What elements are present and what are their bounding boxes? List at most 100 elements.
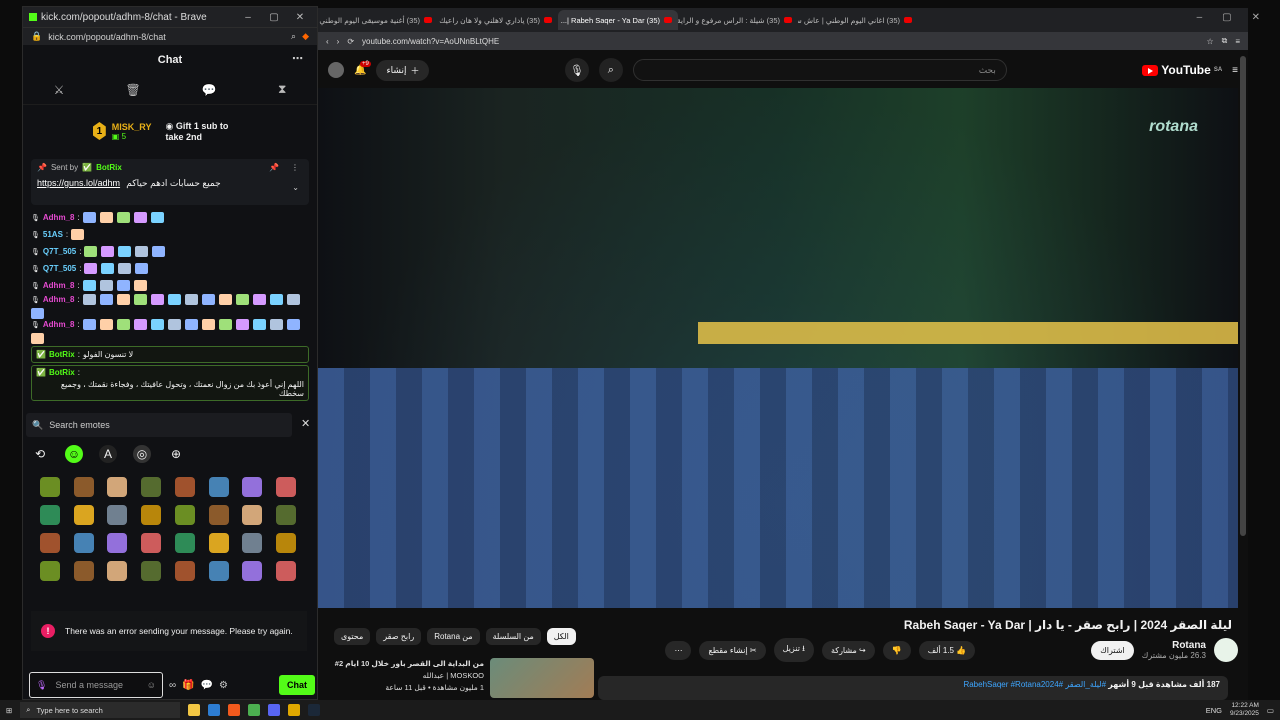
notifications-icon[interactable]: 🔔 9+ — [354, 60, 371, 76]
emote-icon[interactable] — [208, 533, 229, 553]
avatar[interactable] — [328, 62, 344, 78]
search-input[interactable]: بحث — [979, 65, 996, 76]
emote-icon[interactable] — [174, 505, 195, 525]
emote-icon[interactable] — [133, 212, 147, 223]
emote-icon[interactable] — [99, 319, 113, 330]
chat-icon[interactable]: 💬 — [201, 680, 213, 691]
emote-icon[interactable] — [242, 561, 263, 581]
browser-tab[interactable]: (35) اغاني اليوم الوطني | عاش سلمان... — [798, 10, 918, 30]
hamburger-icon[interactable]: ≡ — [1232, 65, 1238, 76]
channel-name[interactable]: Rotana — [1142, 640, 1206, 651]
file-explorer-icon[interactable] — [188, 704, 201, 716]
emote-icon[interactable] — [135, 263, 149, 274]
pinned-bot-name[interactable]: BotRix — [96, 163, 122, 172]
emote-icon[interactable] — [135, 246, 149, 257]
share-button[interactable]: ↪ مشاركة — [821, 640, 875, 660]
emote-icon[interactable] — [174, 533, 195, 553]
close-emotes-icon[interactable]: ✕ — [301, 417, 310, 430]
send-chat-button[interactable]: Chat — [279, 675, 315, 695]
filter-chip[interactable]: من Rotana — [427, 628, 480, 645]
emote-icon[interactable] — [39, 477, 60, 497]
rec-title[interactable]: من البداية الى القصر باور خلال 10 ايام 2… — [335, 658, 484, 670]
chat-username[interactable]: Adhm_8 — [43, 320, 75, 329]
download-button[interactable]: ⭳ تنزيل — [773, 638, 814, 662]
discord-icon[interactable] — [268, 704, 281, 716]
steam-icon[interactable] — [308, 704, 321, 716]
emote-icon[interactable] — [118, 246, 132, 257]
taskbar-search[interactable]: ⌕ Type here to search — [20, 702, 181, 718]
search-button-icon[interactable]: ⌕ — [598, 58, 623, 82]
emote-icon[interactable] — [116, 212, 130, 223]
emote-icon[interactable] — [101, 246, 115, 257]
chat-menu-icon[interactable]: ⋯ — [292, 52, 303, 65]
minimize-icon[interactable]: – — [237, 12, 259, 23]
emote-icon[interactable] — [235, 319, 249, 330]
recommended-thumbnail[interactable] — [490, 658, 594, 698]
emote-icon[interactable] — [201, 319, 215, 330]
emote-icon[interactable] — [286, 294, 300, 305]
emote-icon[interactable] — [141, 505, 162, 525]
channel-avatar[interactable] — [1214, 638, 1238, 662]
emote-icon[interactable] — [184, 294, 198, 305]
clock[interactable]: 12:22 AM 9/23/2025 — [1230, 702, 1259, 718]
language-indicator[interactable]: ENG — [1206, 706, 1222, 715]
url-field[interactable]: youtube.com/watch?v=AoUNnBLtQHE — [362, 37, 1198, 46]
emote-icon[interactable] — [71, 229, 85, 240]
emote-icon[interactable] — [252, 319, 266, 330]
browser-tab[interactable]: (35) شيلة : الراس مرفوع و الراية سعودية.… — [678, 10, 798, 30]
chrome-icon[interactable] — [248, 704, 261, 716]
description-box[interactable]: 187 ألف مشاهدة قبل 9 أشهر #ليلة_الصقر #R… — [598, 676, 1228, 700]
recommended-video[interactable]: من البداية الى القصر باور خلال 10 ايام 2… — [334, 658, 594, 698]
emote-icon[interactable] — [150, 319, 164, 330]
sword-icon[interactable]: ⚔ — [54, 83, 65, 97]
kick-emotes-icon[interactable]: ☺ — [65, 445, 83, 463]
emote-icon[interactable] — [84, 263, 98, 274]
brave-icon[interactable] — [228, 704, 241, 716]
emote-icon[interactable] — [150, 294, 164, 305]
create-button[interactable]: ＋ إنشاء — [376, 59, 430, 81]
emote-icon[interactable] — [208, 477, 229, 497]
chat-bubble-icon[interactable]: 💬 — [202, 83, 217, 97]
pinned-link[interactable]: https://guns.lol/adhm — [37, 178, 120, 188]
browser-tab[interactable]: (35) Rabeh Saqer - Ya Dar |... — [558, 10, 678, 30]
user-emotes-icon[interactable]: ◎ — [133, 445, 151, 463]
filter-chip[interactable]: رابح صقر — [376, 628, 422, 645]
channel-emotes-icon[interactable]: A — [99, 445, 117, 463]
clip-button[interactable]: ✂ إنشاء مقطع — [699, 640, 766, 660]
emote-search-input[interactable]: Search emotes — [49, 420, 110, 430]
emote-icon[interactable] — [82, 280, 96, 291]
emote-icon[interactable] — [276, 561, 297, 581]
chat-username[interactable]: 51AS — [43, 230, 63, 239]
emote-icon[interactable] — [141, 533, 162, 553]
browser-tab[interactable]: (35) ياداري لاهلني ولا هان راعيك رابح صق… — [438, 10, 558, 30]
emote-icon[interactable] — [39, 561, 60, 581]
hashtags[interactable]: #ليلة_الصقر #RabehSaqer #Rotana2024 — [963, 680, 1106, 689]
back-icon[interactable]: ‹ — [326, 37, 329, 46]
emote-icon[interactable] — [141, 561, 162, 581]
chat-username[interactable]: Q7T_505 — [43, 247, 76, 256]
gift-cta[interactable]: ◉ Gift 1 sub to take 2nd — [165, 121, 247, 142]
emote-icon[interactable] — [167, 294, 181, 305]
filter-chip[interactable]: من السلسلة — [485, 628, 541, 645]
global-emotes-icon[interactable]: ⊕ — [167, 445, 185, 463]
emote-icon[interactable] — [174, 477, 195, 497]
emote-icon[interactable] — [286, 319, 300, 330]
emote-icon[interactable] — [99, 280, 113, 291]
pinned-menu-icon[interactable]: ⋮ — [291, 163, 299, 172]
hourglass-icon[interactable]: ⧗ — [278, 82, 286, 97]
emote-icon[interactable] — [31, 333, 44, 344]
gift-box-icon[interactable]: 🎁 — [182, 680, 194, 691]
emote-icon[interactable] — [269, 294, 283, 305]
emoji-icon[interactable]: ☺ — [147, 680, 156, 690]
emote-icon[interactable] — [133, 294, 147, 305]
emote-icon[interactable] — [235, 294, 249, 305]
emote-icon[interactable] — [269, 319, 283, 330]
emote-icon[interactable] — [150, 212, 164, 223]
emote-icon[interactable] — [218, 319, 232, 330]
close-icon[interactable]: ✕ — [1252, 12, 1260, 23]
emote-icon[interactable] — [118, 263, 132, 274]
infinity-icon[interactable]: ∞ — [169, 680, 176, 691]
emote-icon[interactable] — [152, 246, 166, 257]
emote-icon[interactable] — [107, 477, 128, 497]
chat-username[interactable]: Adhm_8 — [43, 213, 75, 222]
